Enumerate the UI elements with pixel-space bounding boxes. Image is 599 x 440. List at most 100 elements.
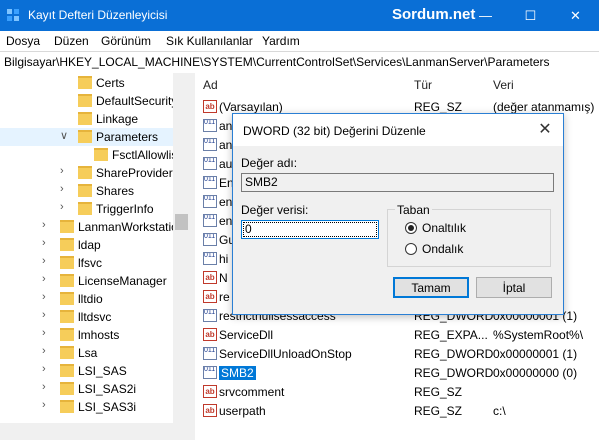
tree-item-label: ShareProviders	[96, 166, 179, 180]
chevron-right-icon[interactable]: ›	[42, 327, 46, 339]
close-button[interactable]: ✕	[553, 0, 598, 31]
ok-button[interactable]: Tamam	[393, 277, 469, 298]
value-name: N	[219, 271, 228, 285]
value-name-label: Değer adı:	[241, 156, 298, 170]
chevron-right-icon[interactable]: ›	[42, 363, 46, 375]
tree-item[interactable]: ∨ Parameters	[0, 128, 173, 146]
radio-selected-dot	[408, 225, 414, 231]
tree-item-label: lmhosts	[78, 328, 120, 342]
tree-item[interactable]: › lltdio	[0, 290, 173, 308]
folder-icon	[60, 310, 74, 323]
menu-gorunum[interactable]: Görünüm	[101, 34, 151, 48]
dialog-close-icon[interactable]: ✕	[533, 119, 557, 141]
address-bar[interactable]: Bilgisayar\HKEY_LOCAL_MACHINE\SYSTEM\Cur…	[0, 51, 599, 74]
tree-item[interactable]: › ldap	[0, 236, 173, 254]
value-data-input[interactable]: 0	[241, 220, 379, 239]
tree-horizontal-scrollbar[interactable]	[0, 423, 173, 440]
tree-item-label: LSI_SAS	[78, 364, 127, 378]
hex-radio[interactable]	[405, 222, 417, 234]
minimize-button[interactable]: —	[463, 0, 508, 31]
menu-duzen[interactable]: Düzen	[54, 34, 89, 48]
chevron-right-icon[interactable]: ›	[42, 273, 46, 285]
folder-icon	[78, 76, 92, 89]
column-header-type[interactable]: Tür	[414, 78, 432, 92]
tree-item[interactable]: › lmhosts	[0, 326, 173, 344]
value-name-field: SMB2	[241, 173, 554, 192]
binary-value-icon: 011 110	[203, 157, 217, 170]
value-row[interactable]: ab srvcomment REG_SZ	[195, 382, 599, 401]
tree-item-label: ldap	[78, 238, 101, 252]
menu-sik-kullanilanlar[interactable]: Sık Kullanılanlar	[166, 34, 253, 48]
folder-icon	[60, 346, 74, 359]
dec-radio[interactable]	[405, 243, 417, 255]
tree-item-label: LanmanWorkstation	[78, 220, 185, 234]
value-name: re	[219, 290, 230, 304]
value-data: c:\	[493, 404, 506, 418]
tree-item[interactable]: › LSI_SAS2i	[0, 380, 173, 398]
chevron-right-icon[interactable]: ›	[42, 219, 46, 231]
hex-radio-label[interactable]: Onaltılık	[422, 221, 466, 235]
folder-icon	[60, 328, 74, 341]
tree-item-label: FsctlAllowlist	[112, 148, 181, 162]
chevron-right-icon[interactable]: ›	[42, 291, 46, 303]
maximize-button[interactable]: ☐	[508, 0, 553, 31]
dec-radio-label[interactable]: Ondalık	[422, 242, 463, 256]
tree-item[interactable]: › Shares	[0, 182, 173, 200]
chevron-right-icon[interactable]: ›	[60, 183, 64, 195]
value-name: en	[219, 195, 233, 209]
value-name: hi	[219, 252, 229, 266]
cancel-button[interactable]: İptal	[476, 277, 552, 298]
edit-dword-dialog: DWORD (32 bit) Değerini Düzenle ✕ Değer …	[232, 113, 564, 315]
chevron-right-icon[interactable]: ›	[42, 345, 46, 357]
chevron-right-icon[interactable]: ›	[60, 165, 64, 177]
tree-item[interactable]: › LanmanWorkstation	[0, 218, 185, 236]
folder-icon	[78, 112, 92, 125]
chevron-right-icon[interactable]: ›	[42, 237, 46, 249]
tree-item[interactable]: Certs	[0, 74, 173, 92]
value-row[interactable]: ab userpath REG_SZ c:\	[195, 401, 599, 420]
tree-item[interactable]: › LSI_SAS	[0, 362, 173, 380]
value-data-label: Değer verisi:	[241, 203, 309, 217]
tree-item[interactable]: › Lsa	[0, 344, 173, 362]
value-row[interactable]: ab ServiceDll REG_EXPA... %SystemRoot%\	[195, 325, 599, 344]
tree-item[interactable]: › LicenseManager	[0, 272, 173, 290]
string-value-icon: ab	[203, 271, 217, 284]
string-value-icon: ab	[203, 404, 217, 417]
value-row[interactable]: 011 110ServiceDllUnloadOnStop REG_DWORD0x…	[195, 344, 599, 363]
key-tree: Certs DefaultSecurity Linkage ∨ Parameters Fs…	[0, 73, 190, 440]
value-name: an	[219, 119, 233, 133]
tree-item[interactable]: › LSI_SAS3i	[0, 398, 173, 416]
menu-yardim[interactable]: Yardım	[262, 34, 300, 48]
column-header-name[interactable]: Ad	[203, 78, 218, 92]
tree-item[interactable]: DefaultSecurity	[0, 92, 177, 110]
chevron-right-icon[interactable]: ›	[42, 255, 46, 267]
tree-item[interactable]: › TriggerInfo	[0, 200, 173, 218]
tree-item[interactable]: › ShareProviders	[0, 164, 179, 182]
value-row[interactable]: 011 110SMB2 REG_DWORD0x00000000 (0)	[195, 363, 599, 382]
folder-icon	[78, 184, 92, 197]
chevron-right-icon[interactable]: ›	[42, 309, 46, 321]
tree-scroll-thumb[interactable]	[175, 214, 188, 230]
column-header-data[interactable]: Veri	[493, 78, 514, 92]
chevron-down-icon[interactable]: ∨	[60, 129, 68, 142]
menu-dosya[interactable]: Dosya	[6, 34, 40, 48]
tree-item[interactable]: › lfsvc	[0, 254, 173, 272]
folder-icon	[60, 220, 74, 233]
tree-item[interactable]: › lltdsvc	[0, 308, 173, 326]
folder-icon	[78, 94, 92, 107]
base-group-box	[387, 209, 551, 267]
address-path[interactable]: Bilgisayar\HKEY_LOCAL_MACHINE\SYSTEM\Cur…	[4, 55, 550, 69]
folder-icon	[60, 292, 74, 305]
tree-vertical-scrollbar[interactable]	[173, 73, 190, 440]
chevron-right-icon[interactable]: ›	[42, 381, 46, 393]
string-value-icon: ab	[203, 290, 217, 303]
tree-item[interactable]: Linkage	[0, 110, 173, 128]
value-data: 0x00000001 (1)	[493, 347, 578, 361]
tree-item[interactable]: FsctlAllowlist	[0, 146, 181, 164]
chevron-right-icon[interactable]: ›	[60, 201, 64, 213]
binary-value-icon: 011 110	[203, 176, 217, 189]
tree-item-label: lltdio	[78, 292, 103, 306]
folder-icon	[60, 364, 74, 377]
chevron-right-icon[interactable]: ›	[42, 399, 46, 411]
tree-item-label: DefaultSecurity	[96, 94, 178, 108]
